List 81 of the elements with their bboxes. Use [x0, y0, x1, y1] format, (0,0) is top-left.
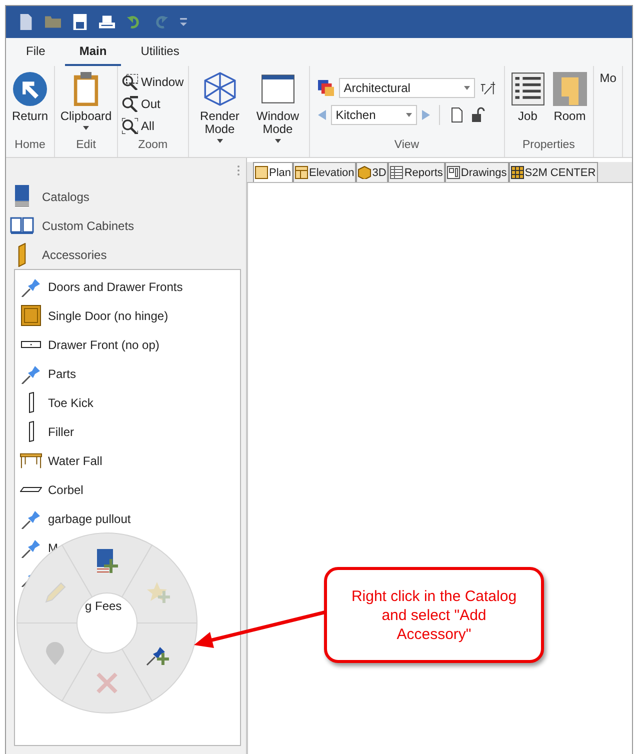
document-tab[interactable]: Plan	[253, 162, 294, 182]
pushpin-icon	[21, 364, 41, 384]
catalog-item[interactable]: Single Door (no hinge)	[15, 301, 240, 330]
ribbon-button[interactable]: Out	[122, 94, 184, 113]
catalog-item[interactable]: Parts	[15, 359, 240, 388]
folder-icon[interactable]	[45, 14, 61, 30]
floor-plan-icon	[255, 166, 268, 179]
dropdown-field[interactable]: Kitchen	[330, 105, 417, 125]
group-label: Zoom	[137, 139, 169, 153]
grip-icon[interactable]	[237, 164, 240, 176]
pushpin-icon	[21, 276, 41, 296]
customize-icon[interactable]	[180, 18, 187, 26]
layout-icon	[446, 166, 460, 179]
pushpin-plus-icon[interactable]	[146, 647, 170, 666]
table-icon	[20, 452, 42, 468]
door-icon	[21, 305, 41, 326]
open-book-icon	[10, 217, 34, 234]
dropdown-field[interactable]: Architectural	[338, 78, 475, 98]
pushpin-icon	[21, 538, 41, 558]
list-icon	[510, 72, 545, 106]
catalog-item[interactable]: Drawer Front (no op)	[15, 330, 240, 359]
window-icon	[260, 72, 295, 106]
ribbon-button[interactable]: Render Mode	[192, 70, 247, 157]
document-tab[interactable]: Reports	[388, 162, 445, 182]
ribbon-button[interactable]: All	[122, 116, 184, 135]
ribbon-button[interactable]: Window Mode	[250, 70, 305, 157]
catalog-category[interactable]: Accessories	[6, 240, 246, 269]
pushpin-icon	[21, 508, 41, 528]
catalog-category[interactable]: Catalogs	[6, 182, 246, 211]
zoom-icon	[122, 118, 138, 134]
layers-icon[interactable]	[318, 80, 334, 96]
menu-tab[interactable]: Utilities	[126, 44, 194, 66]
group-label: View	[393, 139, 420, 153]
document-tab[interactable]: Drawings	[444, 162, 509, 182]
document-tab[interactable]: S2M CENTER	[508, 162, 598, 182]
catalog-item[interactable]: Toe Kick	[15, 388, 240, 417]
group-label: Home	[14, 139, 46, 153]
catalog-item[interactable]: Corbel	[15, 475, 240, 504]
save-icon[interactable]	[72, 14, 88, 30]
right-arrow-icon[interactable]	[422, 110, 430, 120]
book-plus-icon[interactable]	[96, 549, 120, 574]
group-label: Properties	[522, 139, 576, 153]
caret-icon	[464, 86, 470, 90]
dimension-icon[interactable]	[480, 80, 496, 96]
zoom-icon	[122, 74, 138, 90]
slab-icon	[20, 487, 42, 492]
catalog-item[interactable]: Water Fall	[15, 446, 240, 475]
panel-icon	[28, 392, 34, 413]
print-icon[interactable]	[99, 14, 115, 30]
book-icon	[15, 185, 29, 208]
ribbon-button[interactable]: Return	[10, 70, 50, 139]
catalog-category[interactable]: Custom Cabinets	[6, 211, 246, 240]
ribbon-button[interactable]: Window	[122, 72, 184, 91]
callout-box: Right click in the Catalog and select "Add Accessory"	[324, 567, 544, 663]
undo-icon[interactable]	[126, 14, 142, 30]
new-file-icon[interactable]	[18, 14, 34, 30]
panel-icon	[28, 421, 34, 442]
page-icon[interactable]	[448, 107, 465, 123]
door-icon	[18, 242, 26, 266]
catalog-item[interactable]: Filler	[15, 417, 240, 446]
ribbon-button[interactable]: Job	[508, 70, 547, 139]
document-tab[interactable]: 3D	[356, 162, 388, 182]
report-icon	[390, 166, 404, 179]
menu-tab[interactable]: File	[12, 44, 60, 66]
unlocked-icon[interactable]	[470, 107, 486, 123]
elevation-icon	[295, 166, 308, 179]
catalog-item[interactable]: garbage pullout	[15, 504, 240, 533]
left-arrow-icon[interactable]	[318, 110, 326, 120]
grid-icon	[510, 166, 524, 179]
drawer-icon	[21, 341, 41, 348]
floor-plan-icon	[552, 72, 587, 106]
document-tab[interactable]: Elevation	[293, 162, 356, 182]
zoom-out-icon	[122, 96, 138, 112]
caret-icon	[406, 113, 412, 117]
catalog-item[interactable]: Doors and Drawer Fronts	[15, 272, 240, 301]
ribbon-button[interactable]: Clipboard	[59, 70, 114, 139]
ribbon-button[interactable]: Mo	[598, 70, 618, 157]
wireframe-cube-icon	[202, 72, 237, 106]
box-icon	[358, 166, 372, 179]
group-label: Edit	[75, 139, 97, 153]
ribbon-button[interactable]: Room	[550, 70, 589, 139]
